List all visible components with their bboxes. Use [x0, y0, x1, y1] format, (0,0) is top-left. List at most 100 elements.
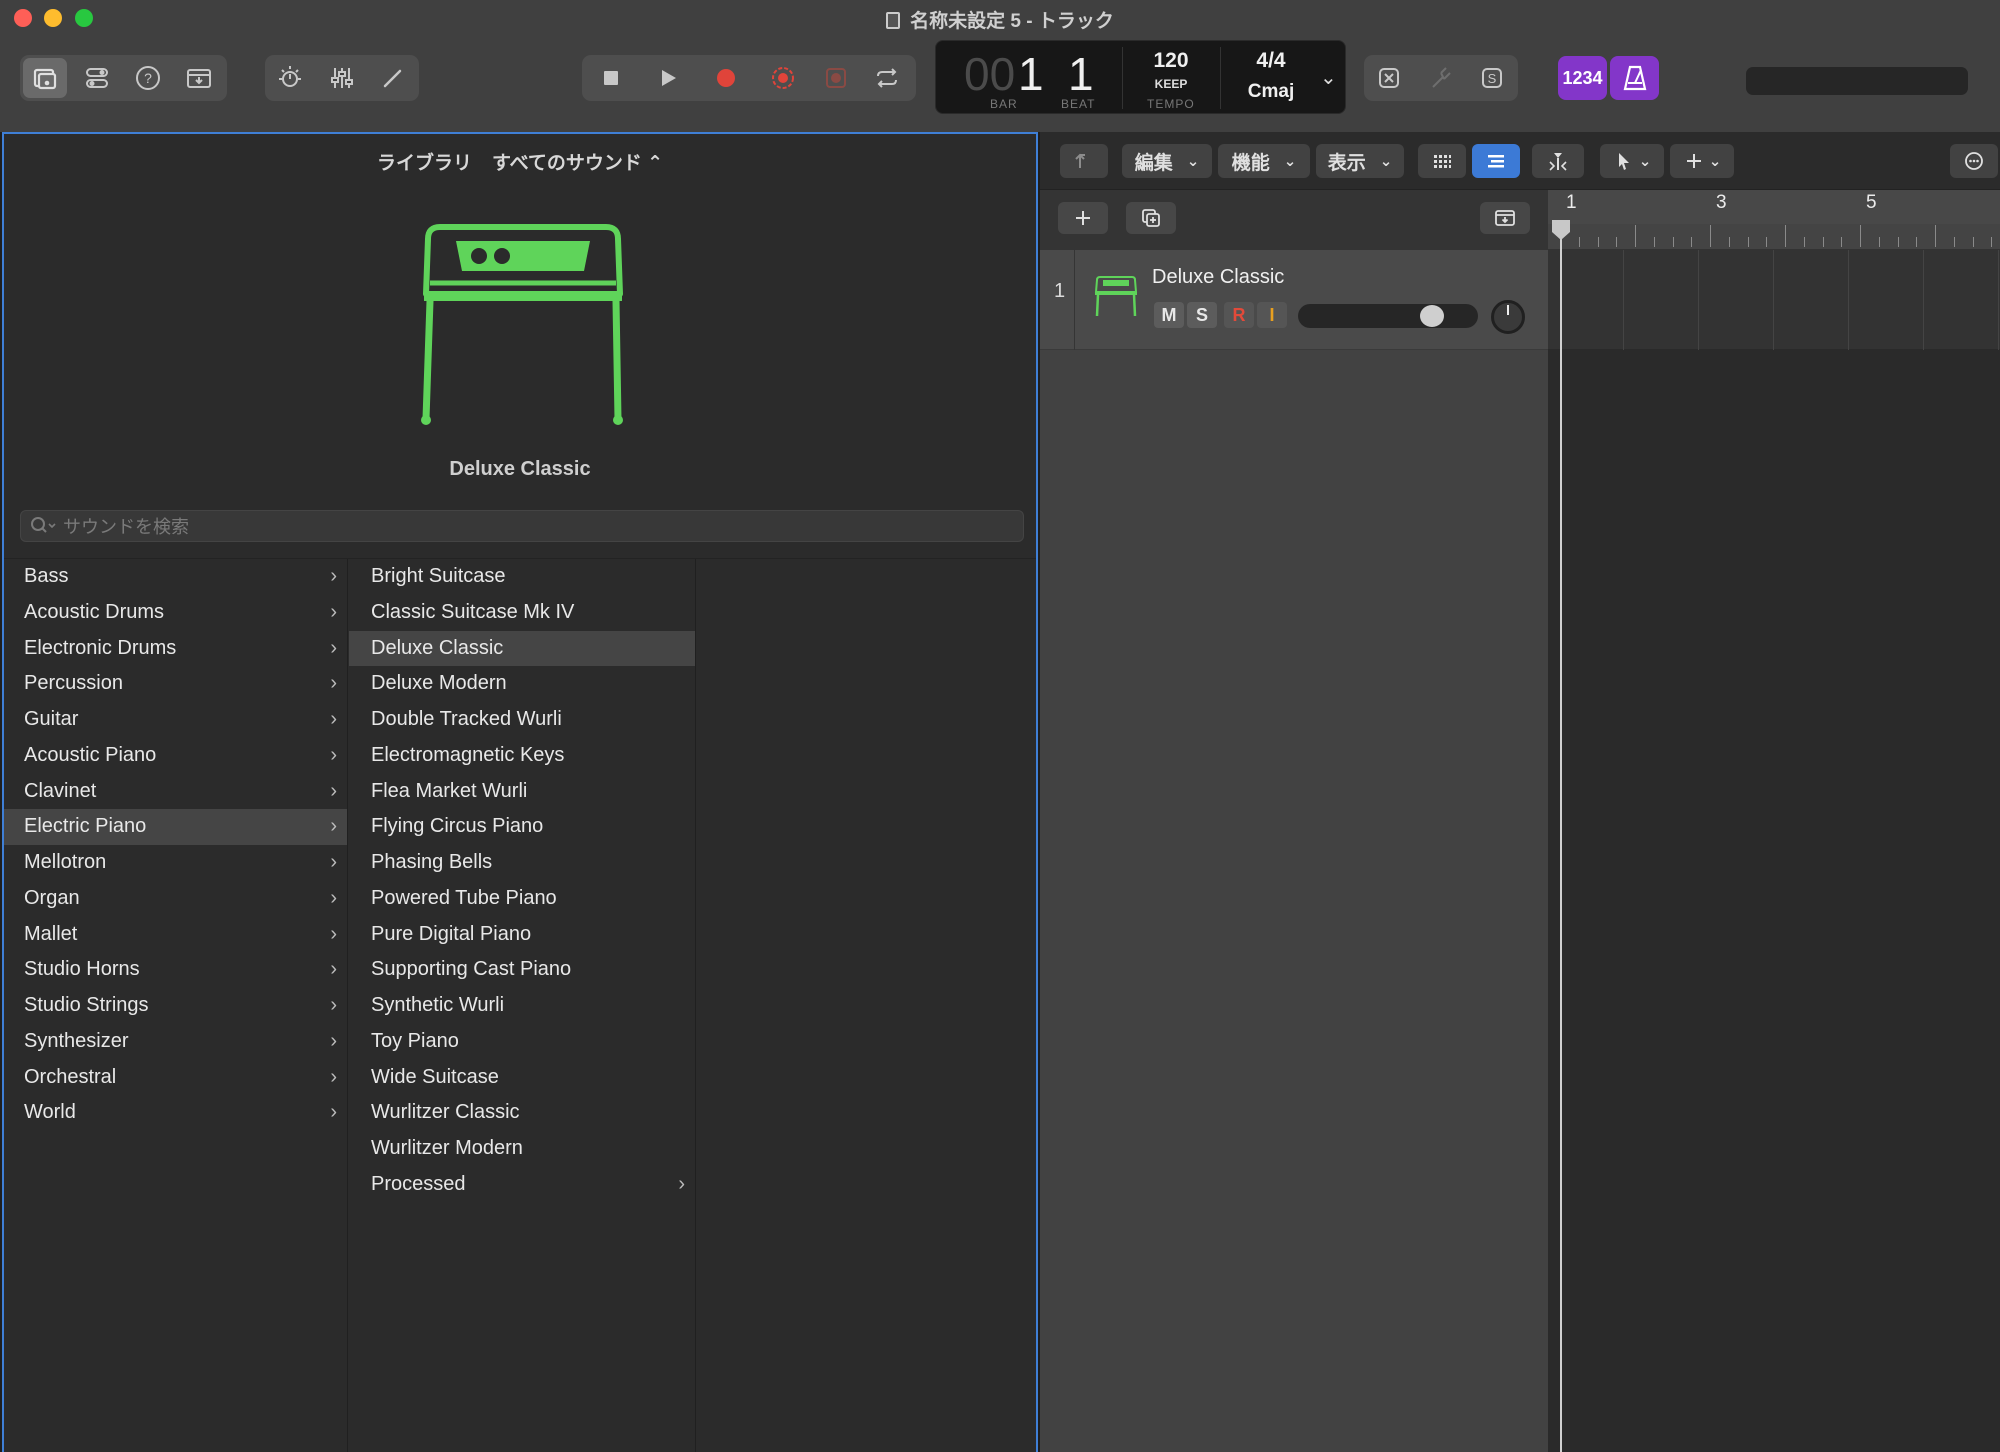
library-patch-item[interactable]: Electromagnetic Keys: [349, 738, 695, 774]
metronome-button[interactable]: [1610, 56, 1659, 100]
track-name[interactable]: Deluxe Classic: [1152, 266, 1284, 289]
library-category-item[interactable]: Orchestral ›: [4, 1060, 347, 1096]
function-menu[interactable]: 機能 ⌄: [1218, 144, 1310, 178]
library-title: ライブラリ: [376, 153, 472, 174]
library-patch-label: Bright Suitcase: [371, 565, 506, 587]
mixer-icon: [331, 68, 353, 88]
count-in-button[interactable]: 1234: [1558, 56, 1607, 100]
library-category-item[interactable]: Mellotron ›: [4, 845, 347, 881]
more-options-button[interactable]: [1950, 144, 1998, 178]
library-patch-item[interactable]: Processed ›: [349, 1167, 695, 1203]
go-up-button[interactable]: [1060, 144, 1108, 178]
tempo-value[interactable]: 120: [1141, 49, 1201, 73]
editors-button[interactable]: [371, 58, 415, 98]
toolbar-toggle-button[interactable]: [177, 58, 221, 98]
library-patch-item[interactable]: Double Tracked Wurli: [349, 702, 695, 738]
library-button[interactable]: [23, 58, 67, 98]
ruler-tick: [1747, 237, 1749, 247]
secondary-tool-menu[interactable]: ⌄: [1670, 144, 1734, 178]
track-header[interactable]: 1 Deluxe Classic M S R I: [1040, 250, 1548, 350]
cycle-area[interactable]: [1548, 190, 2000, 224]
library-patch-item[interactable]: Toy Piano: [349, 1024, 695, 1060]
add-track-button[interactable]: [1058, 202, 1108, 234]
library-category-item[interactable]: Clavinet ›: [4, 774, 347, 810]
catch-playhead-button[interactable]: [1532, 144, 1584, 178]
library-patch-item[interactable]: Flying Circus Piano: [349, 809, 695, 845]
tracks-area: 編集 ⌄ 機能 ⌄ 表示 ⌄ ⌄ ⌄ 1 Deluxe Classic M S …: [1040, 132, 2000, 1452]
play-button[interactable]: [646, 58, 690, 98]
library-category-label: World: [24, 1101, 76, 1124]
library-patch-item[interactable]: Phasing Bells: [349, 845, 695, 881]
solo-button[interactable]: S: [1187, 302, 1217, 328]
cpu-meter: [1746, 67, 1968, 95]
time-signature[interactable]: 4/4: [1236, 49, 1306, 73]
library-category-item[interactable]: Studio Strings ›: [4, 988, 347, 1024]
view-menu[interactable]: 表示 ⌄: [1316, 144, 1404, 178]
library-category-item[interactable]: Percussion ›: [4, 666, 347, 702]
playhead[interactable]: [1560, 230, 1562, 1452]
volume-slider[interactable]: [1298, 304, 1478, 328]
svg-text:?: ?: [144, 70, 152, 86]
track-lane[interactable]: [1548, 250, 2000, 350]
library-patch-item[interactable]: Wide Suitcase: [349, 1060, 695, 1096]
tracks-timeline[interactable]: 1 3 5: [1548, 190, 2000, 1452]
global-tracks-button[interactable]: [1480, 202, 1530, 234]
library-patch-item[interactable]: Classic Suitcase Mk IV: [349, 595, 695, 631]
record-enable-button[interactable]: R: [1224, 302, 1254, 328]
ruler-tick: [1766, 237, 1768, 247]
library-category-item[interactable]: World ›: [4, 1095, 347, 1131]
record-button[interactable]: [704, 58, 748, 98]
solo-tool-button[interactable]: S: [1470, 58, 1514, 98]
lcd-display[interactable]: 00 1 BAR 1 BEAT 120 KEEP TEMPO 4/4 Cmaj …: [935, 40, 1346, 114]
library-category-item[interactable]: Mallet ›: [4, 917, 347, 953]
library-patch-item[interactable]: Flea Market Wurli: [349, 774, 695, 810]
replace-button[interactable]: [814, 58, 858, 98]
library-patch-item[interactable]: Powered Tube Piano: [349, 881, 695, 917]
autopunch-button[interactable]: [761, 58, 805, 98]
mute-button[interactable]: M: [1154, 302, 1184, 328]
duplicate-track-button[interactable]: [1126, 202, 1176, 234]
stop-button[interactable]: [589, 58, 633, 98]
library-patch-item[interactable]: Deluxe Classic: [349, 630, 695, 667]
library-patch-label: Powered Tube Piano: [371, 886, 557, 909]
library-patch-item[interactable]: Synthetic Wurli: [349, 988, 695, 1024]
pointer-tool-menu[interactable]: ⌄: [1600, 144, 1664, 178]
key-signature[interactable]: Cmaj: [1236, 81, 1306, 103]
library-filter-popup[interactable]: すべてのサウンド ⌃: [492, 153, 663, 174]
library-category-item[interactable]: Electronic Drums ›: [4, 631, 347, 667]
library-category-item[interactable]: Guitar ›: [4, 702, 347, 738]
library-patch-item[interactable]: Bright Suitcase: [349, 559, 695, 595]
volume-slider-knob[interactable]: [1419, 305, 1444, 327]
library-category-label: Orchestral: [24, 1065, 117, 1088]
library-patch-item[interactable]: Wurlitzer Classic: [349, 1095, 695, 1131]
library-category-item[interactable]: Electric Piano ›: [4, 809, 347, 845]
library-category-item[interactable]: Bass ›: [4, 559, 347, 595]
mixer-button[interactable]: [320, 58, 364, 98]
library-patch-item[interactable]: Pure Digital Piano: [349, 917, 695, 953]
grid-view-button[interactable]: [1418, 144, 1466, 178]
library-category-item[interactable]: Organ ›: [4, 881, 347, 917]
lcd-menu-chevron-icon[interactable]: ⌄: [1320, 65, 1337, 90]
library-patch-label: Pure Digital Piano: [371, 922, 532, 945]
bar-ruler[interactable]: 1 3 5: [1548, 190, 2000, 250]
library-category-item[interactable]: Acoustic Piano ›: [4, 738, 347, 774]
tuner-button[interactable]: [1419, 58, 1463, 98]
input-monitoring-button[interactable]: I: [1257, 302, 1287, 328]
library-patch-item[interactable]: Supporting Cast Piano: [349, 952, 695, 988]
tracks-view-button[interactable]: [1472, 144, 1520, 178]
library-category-item[interactable]: Studio Horns ›: [4, 952, 347, 988]
cycle-button[interactable]: [865, 58, 909, 98]
library-category-item[interactable]: Acoustic Drums ›: [4, 595, 347, 631]
mute-tool-button[interactable]: [1367, 58, 1411, 98]
sound-search-field[interactable]: サウンドを検索: [20, 510, 1024, 542]
pan-knob[interactable]: [1491, 300, 1525, 334]
smart-controls-button[interactable]: [268, 58, 312, 98]
inspector-button[interactable]: [75, 58, 119, 98]
library-patch-item[interactable]: Wurlitzer Modern: [349, 1131, 695, 1167]
quick-help-button[interactable]: ?: [126, 58, 170, 98]
library-category-item[interactable]: Synthesizer ›: [4, 1024, 347, 1060]
library-header: ライブラリ すべてのサウンド ⌃: [4, 148, 1036, 175]
chevron-right-icon: ›: [330, 636, 337, 659]
edit-menu[interactable]: 編集 ⌄: [1122, 144, 1212, 178]
library-patch-item[interactable]: Deluxe Modern: [349, 666, 695, 702]
